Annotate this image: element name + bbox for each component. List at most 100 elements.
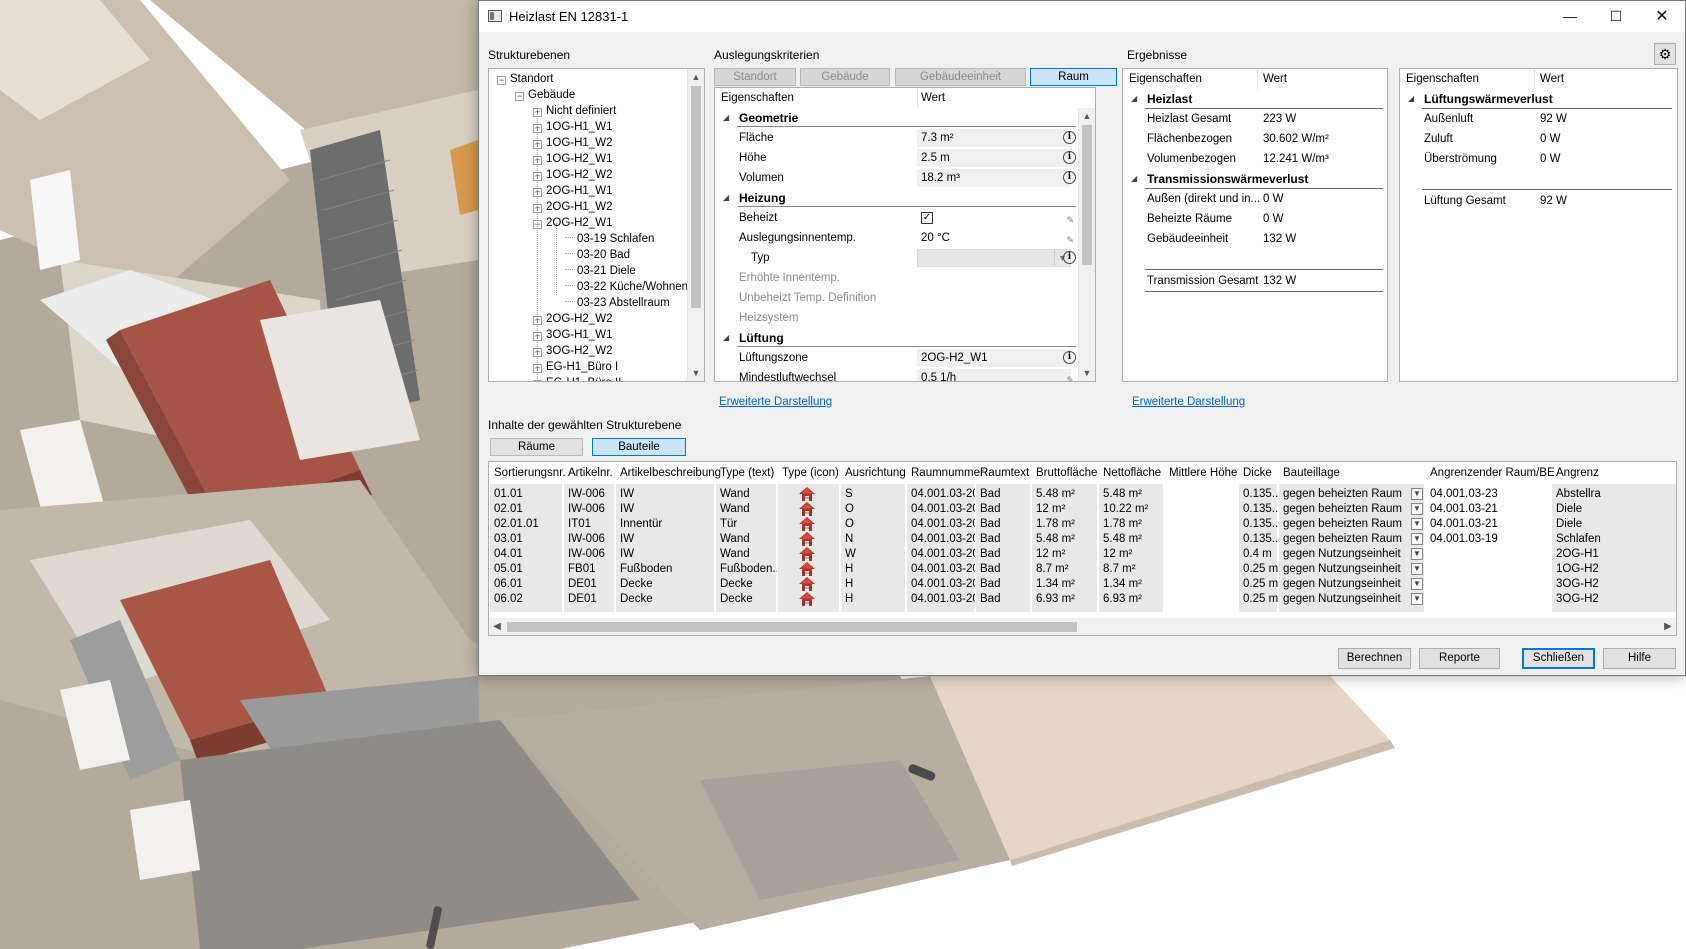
chevron-down-icon[interactable]: ▼ (1411, 563, 1423, 575)
tab-raum[interactable]: Raum (1030, 68, 1117, 86)
table-column-header[interactable]: Artikelnr. (563, 462, 615, 484)
scroll-right-icon[interactable]: ▶ (1660, 618, 1676, 635)
table-column-header[interactable]: Type (text) (715, 462, 777, 484)
tree-node[interactable]: 03-21 Diele (565, 263, 636, 279)
chevron-down-icon[interactable]: ▼ (1411, 533, 1423, 545)
table-column-header[interactable]: Artikelbeschreibung (615, 462, 721, 484)
tree-node[interactable]: −2OG-H2_W1 (533, 215, 612, 231)
table-row[interactable]: 05.01 FB01 Fußboden Fußboden... H 04.001.03-2… (489, 561, 1676, 577)
table-column-header[interactable]: Angrenz (1551, 462, 1676, 484)
table-column-header[interactable]: Raumnummer (906, 462, 984, 484)
tree-node[interactable]: + Nicht definiert (533, 103, 616, 119)
table-column-header[interactable]: Nettofläche (1098, 462, 1164, 484)
props-scrollbar[interactable]: ▲ ▼ (1078, 108, 1095, 381)
chevron-down-icon[interactable]: ▼ (1411, 593, 1423, 605)
tree-node[interactable]: 03-19 Schlafen (565, 231, 654, 247)
tree-node[interactable]: − Standort (497, 71, 553, 87)
table-column-header[interactable]: Bauteillage (1278, 462, 1425, 484)
table-column-header[interactable]: Dicke (1238, 462, 1278, 484)
tree-node[interactable]: +1OG-H1_W1 (533, 119, 612, 135)
chevron-down-icon[interactable]: ▼ (1411, 548, 1423, 560)
tab-raeume[interactable]: Räume (490, 438, 583, 456)
tree-node[interactable]: +2OG-H1_W2 (533, 199, 612, 215)
category-transmission[interactable]: ◢ Transmissionswärmeverlust (1131, 169, 1308, 189)
row-auslegung[interactable]: Auslegungsinnentemp. 20 °C ✎ (715, 228, 1080, 248)
collapse-icon[interactable]: − (515, 92, 524, 101)
row-hoehe[interactable]: Höhe 2.5 m i (715, 148, 1080, 168)
table-row[interactable]: 03.01 IW-006 IW Wand N 04.001.03-20 Bad 5.48 m²… (489, 531, 1676, 547)
tree-scrollbar[interactable]: ▲ ▼ (687, 69, 704, 381)
tree-node[interactable]: +3OG-H1_W1 (533, 327, 612, 343)
gear-icon[interactable]: ⚙ (1654, 43, 1676, 65)
minimize-button[interactable]: — (1547, 1, 1593, 32)
berechnen-button[interactable]: Berechnen (1338, 648, 1411, 669)
tree-node[interactable]: +1OG-H2_W1 (533, 151, 612, 167)
scroll-down-icon[interactable]: ▼ (688, 365, 704, 381)
scroll-up-icon[interactable]: ▲ (1079, 108, 1095, 124)
row-volumen[interactable]: Volumen 18.2 m³ i (715, 168, 1080, 188)
tree-node[interactable]: +3OG-H2_W2 (533, 343, 612, 359)
edit-icon[interactable]: ✎ (1066, 370, 1074, 381)
row-beheizt[interactable]: Beheizt ✓ ✎ (715, 208, 1080, 228)
info-icon[interactable]: i (1063, 251, 1076, 264)
row-typ[interactable]: Typ ▼ i (715, 248, 1080, 268)
category-lueftung[interactable]: ◢ Lüftung (715, 328, 1080, 348)
tab-gebaeude[interactable]: Gebäude (800, 68, 890, 86)
table-column-header[interactable]: Ausrichtung (840, 462, 906, 484)
tree-node[interactable]: +2OG-H1_W1 (533, 183, 612, 199)
chevron-down-icon[interactable]: ▼ (1411, 518, 1423, 530)
tree-node[interactable]: 03-23 Abstellraum (565, 295, 670, 311)
property-grid[interactable]: Eigenschaften Wert ◢ Geometrie Fläche 7.3 … (714, 87, 1096, 382)
edit-icon[interactable]: ✎ (1066, 210, 1074, 230)
chevron-down-icon[interactable]: ▼ (1411, 488, 1423, 500)
criteria-extended-view-link[interactable]: Erweiterte Darstellung (719, 396, 832, 408)
tree-node[interactable]: + EG-H1_Büro I (533, 359, 618, 375)
props-scroll-thumb[interactable] (1082, 125, 1092, 265)
results-extended-view-link[interactable]: Erweiterte Darstellung (1132, 396, 1245, 408)
tree-node[interactable]: +2OG-H2_W2 (533, 311, 612, 327)
table-scroll-thumb[interactable] (507, 622, 1077, 632)
chevron-down-icon[interactable]: ▼ (1411, 503, 1423, 515)
tab-gebaeudeeinheit[interactable]: Gebäudeeinheit (895, 68, 1026, 86)
beheizt-checkbox[interactable]: ✓ (921, 212, 933, 224)
schliessen-button[interactable]: Schließen (1522, 648, 1595, 669)
category-lueftungswaermeverlust[interactable]: ◢ Lüftungswärmeverlust (1408, 89, 1553, 109)
table-column-header[interactable]: Type (icon) (777, 462, 840, 484)
category-heizung[interactable]: ◢ Heizung (715, 188, 1080, 208)
edit-icon[interactable]: ✎ (1066, 230, 1074, 250)
row-lueftungszone[interactable]: Lüftungszone 2OG-H2_W1 i (715, 348, 1080, 368)
table-row[interactable]: 02.01 IW-006 IW Wand O 04.001.03-20 Bad 12 m² 10… (489, 501, 1676, 517)
tab-standort[interactable]: Standort (714, 68, 796, 86)
table-column-header[interactable]: Angrenzender Raum/BE (1425, 462, 1555, 484)
maximize-button[interactable]: ☐ (1593, 1, 1639, 32)
row-mindest[interactable]: Mindestluftwechsel 0.5 1/h ✎ (715, 368, 1080, 381)
table-row[interactable]: 01.01 IW-006 IW Wand S 04.001.03-20 Bad 5.48 m²… (489, 486, 1676, 502)
collapse-icon[interactable]: − (497, 76, 506, 85)
scroll-down-icon[interactable]: ▼ (1079, 365, 1095, 381)
table-column-header[interactable]: Raumtext (975, 462, 1031, 484)
table-hscrollbar[interactable]: ◀ ▶ (489, 618, 1676, 635)
tree-node[interactable]: 03-22 Küche/Wohnen (565, 279, 688, 295)
component-table[interactable]: Sortierungsnr. Artikelnr. Artikelbeschreib… (488, 461, 1677, 636)
structure-tree[interactable]: − Standort − Gebäude + Nicht definiert +1OG-H1… (488, 68, 705, 382)
table-row[interactable]: 06.02 DE01 Decke Decke H 04.001.03-20 Bad 6.93 … (489, 591, 1676, 607)
table-row[interactable]: 04.01 IW-006 IW Wand W 04.001.03-20 Bad 12 m² 12… (489, 546, 1676, 562)
chevron-down-icon[interactable]: ▼ (1411, 578, 1423, 590)
table-column-header[interactable]: Mittlere Höhe (1164, 462, 1238, 484)
table-column-header[interactable]: Bruttofläche (1031, 462, 1098, 484)
table-row[interactable]: 02.01.01 IT01 Innentür Tür O 04.001.03-20 Bad 1… (489, 516, 1676, 532)
scroll-up-icon[interactable]: ▲ (688, 69, 704, 85)
tree-scroll-thumb[interactable] (691, 86, 701, 308)
tree-node[interactable]: 03-20 Bad (565, 247, 630, 263)
reporte-button[interactable]: Reporte (1419, 648, 1500, 669)
info-icon[interactable]: i (1063, 351, 1076, 364)
scroll-left-icon[interactable]: ◀ (489, 618, 505, 635)
close-button[interactable]: ✕ (1639, 1, 1685, 32)
tree-node[interactable]: +1OG-H2_W2 (533, 167, 612, 183)
category-heizlast[interactable]: ◢ Heizlast (1131, 89, 1192, 109)
info-icon[interactable]: i (1063, 171, 1076, 184)
tab-bauteile[interactable]: Bauteile (592, 438, 686, 456)
table-column-header[interactable]: Sortierungsnr. (489, 462, 566, 484)
tree-node[interactable]: +EG-H1_Büro II (533, 375, 621, 381)
hilfe-button[interactable]: Hilfe (1603, 648, 1676, 669)
